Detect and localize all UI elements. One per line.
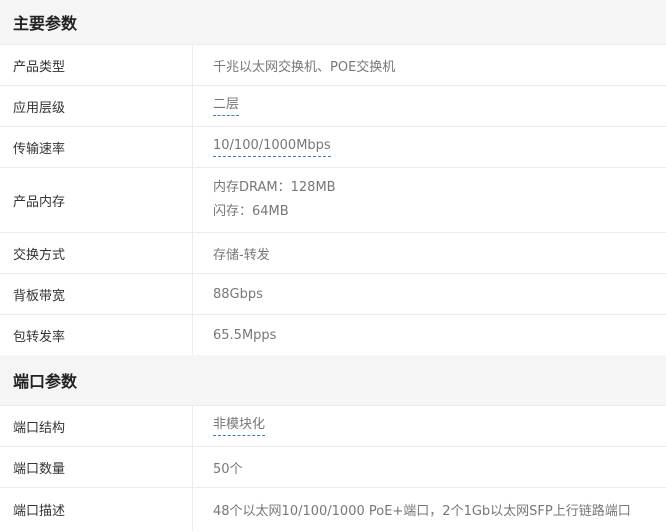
spec-value-link[interactable]: 10/100/1000Mbps xyxy=(213,137,331,157)
spec-label: 包转发率 xyxy=(0,315,193,355)
spec-row-backplane-bandwidth: 背板带宽 88Gbps xyxy=(0,273,666,314)
section-header-main-params: 主要参数 xyxy=(0,0,666,44)
section-header-port-params: 端口参数 xyxy=(0,355,666,405)
spec-value-line: 内存DRAM：128MB xyxy=(213,180,336,195)
spec-label: 端口描述 xyxy=(0,488,193,531)
spec-row-port-structure: 端口结构 非模块化 xyxy=(0,405,666,446)
spec-row-port-count: 端口数量 50个 xyxy=(0,446,666,487)
spec-value-line: 闪存：64MB xyxy=(213,204,289,219)
spec-value: 存储-转发 xyxy=(213,247,270,263)
spec-row-switching-method: 交换方式 存储-转发 xyxy=(0,232,666,273)
section-title: 主要参数 xyxy=(13,14,78,33)
spec-table: 主要参数 产品类型 千兆以太网交换机、POE交换机 应用层级 二层 传输速率 1… xyxy=(0,0,666,531)
spec-value-link[interactable]: 二层 xyxy=(213,96,240,116)
spec-value: 48个以太网10/100/1000 PoE+端口，2个1Gb以太网SFP上行链路… xyxy=(213,504,631,519)
spec-value: 50个 xyxy=(213,461,243,477)
spec-label: 端口结构 xyxy=(0,406,193,446)
spec-row-application-layer: 应用层级 二层 xyxy=(0,85,666,126)
spec-value: 千兆以太网交换机、POE交换机 xyxy=(213,59,396,75)
spec-value-link[interactable]: 非模块化 xyxy=(213,416,266,436)
spec-label: 端口数量 xyxy=(0,447,193,487)
spec-row-port-description: 端口描述 48个以太网10/100/1000 PoE+端口，2个1Gb以太网SF… xyxy=(0,487,666,531)
spec-label: 传输速率 xyxy=(0,127,193,167)
spec-label: 产品类型 xyxy=(0,45,193,85)
spec-row-product-memory: 产品内存 内存DRAM：128MB 闪存：64MB xyxy=(0,167,666,232)
spec-label: 交换方式 xyxy=(0,233,193,273)
spec-row-transfer-rate: 传输速率 10/100/1000Mbps xyxy=(0,126,666,167)
spec-row-packet-forwarding-rate: 包转发率 65.5Mpps xyxy=(0,314,666,355)
section-title: 端口参数 xyxy=(13,372,78,391)
spec-value: 88Gbps xyxy=(213,286,263,302)
spec-label: 应用层级 xyxy=(0,86,193,126)
spec-label: 背板带宽 xyxy=(0,274,193,314)
spec-row-product-type: 产品类型 千兆以太网交换机、POE交换机 xyxy=(0,44,666,85)
spec-value: 65.5Mpps xyxy=(213,327,277,343)
spec-label: 产品内存 xyxy=(0,168,193,232)
